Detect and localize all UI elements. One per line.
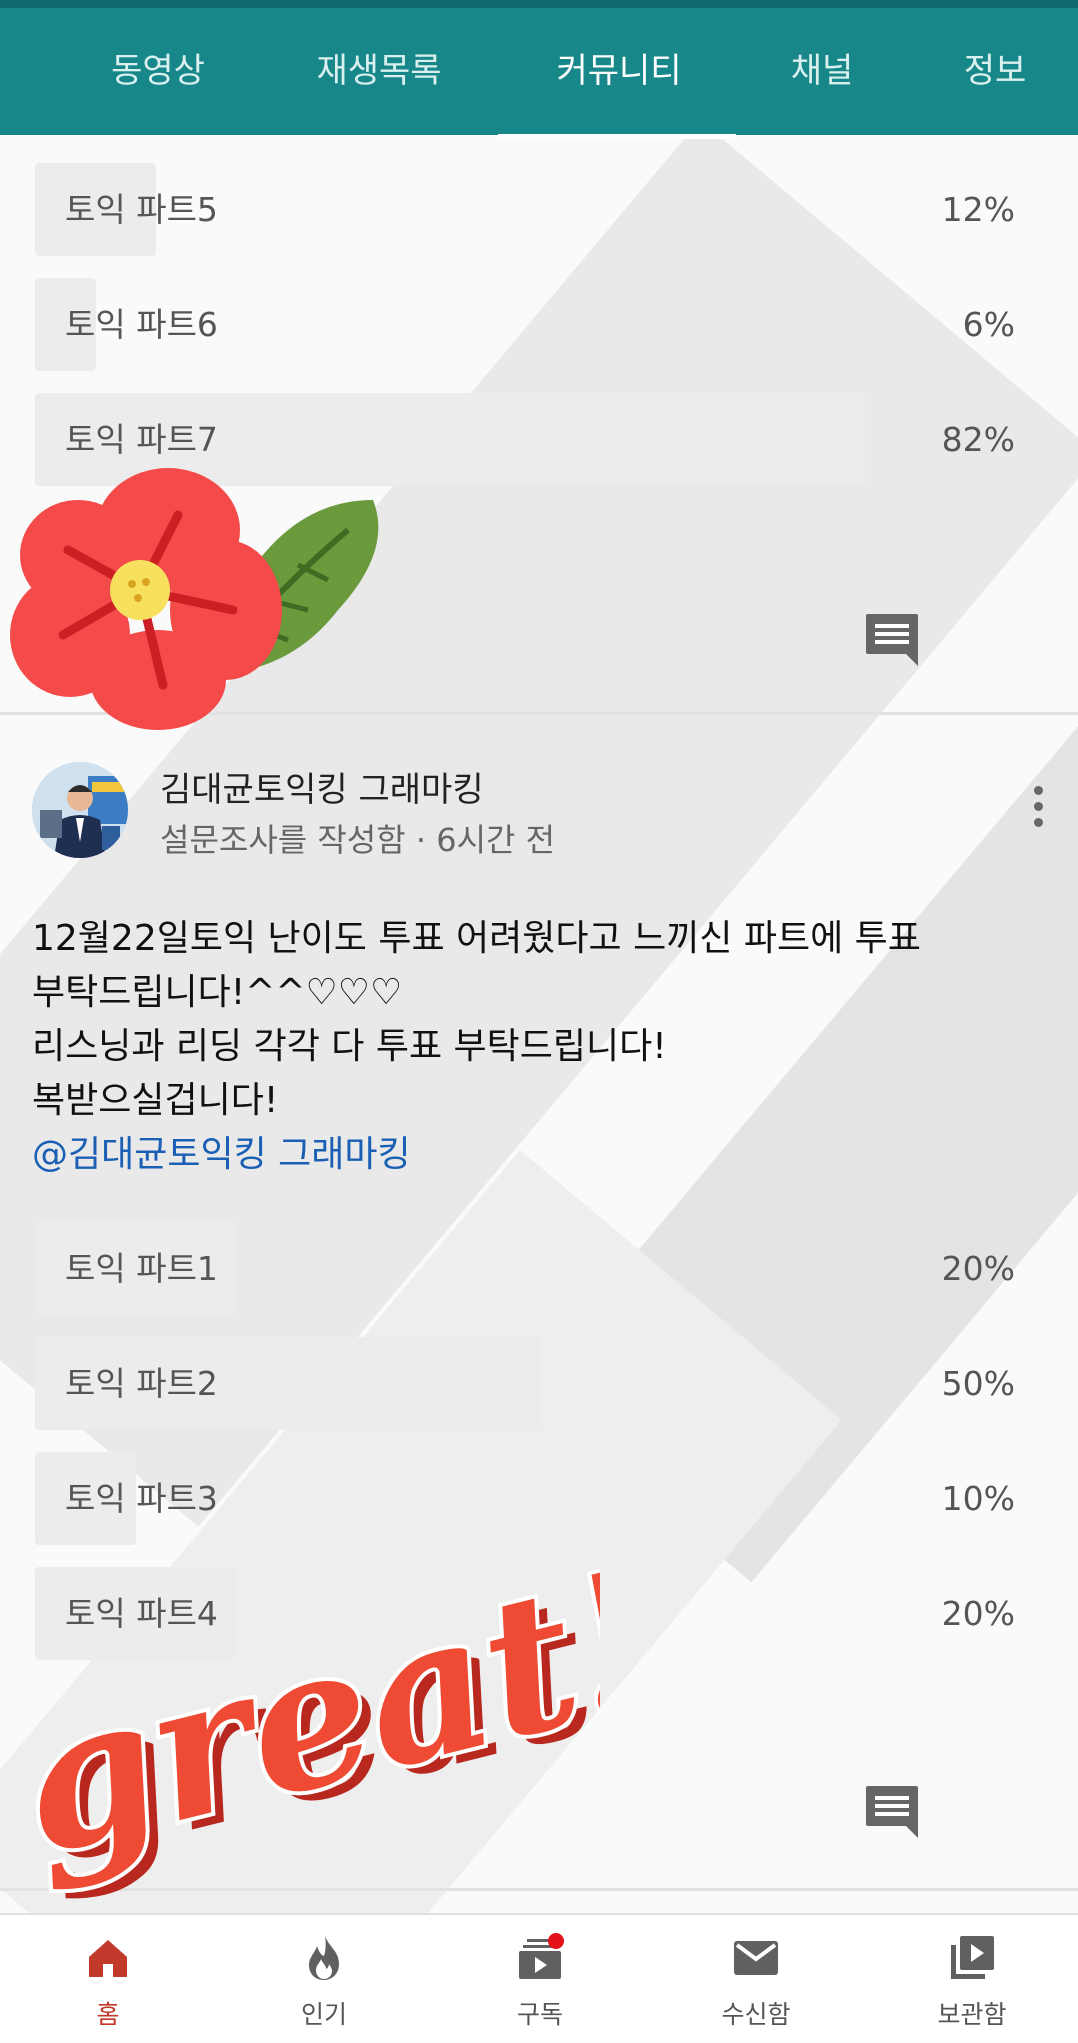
poll-option-percent: 20%: [941, 1249, 1015, 1288]
tab-videos[interactable]: 동영상: [98, 8, 218, 135]
more-options-icon[interactable]: [1030, 786, 1046, 836]
poll-option-percent: 10%: [941, 1479, 1015, 1518]
fire-icon: [309, 1936, 339, 1980]
poll-option-percent: 6%: [962, 305, 1015, 344]
poll-option-label: 토익 파트6: [65, 305, 218, 344]
notification-badge: [548, 1933, 564, 1949]
poll-option-percent: 20%: [941, 1594, 1015, 1633]
great-sticker: great! great!: [0, 1522, 600, 1908]
nav-library[interactable]: 보관함: [897, 1915, 1047, 2043]
library-icon: [951, 1936, 994, 1979]
post-text-line: 리스닝과 리딩 각각 다 투표 부탁드립니다!: [32, 1026, 667, 1067]
poll-option-percent: 82%: [941, 420, 1015, 459]
post-text-line: 복받으실겁니다!: [32, 1080, 279, 1121]
home-icon: [89, 1940, 127, 1977]
post-text-line: 12월22일토익 난이도 투표 어려웠다고 느끼신 파트에 투표: [32, 918, 921, 959]
poll-option-label: 토익 파트5: [65, 190, 218, 229]
comment-icon[interactable]: [864, 1784, 920, 1838]
active-tab-indicator: [498, 134, 736, 139]
tab-community[interactable]: 커뮤니티: [540, 8, 698, 135]
nav-label: 수신함: [721, 2000, 791, 2029]
avatar[interactable]: [32, 762, 128, 858]
poll-option[interactable]: 토익 파트2 50%: [35, 1337, 1035, 1430]
nav-trending[interactable]: 인기: [249, 1915, 399, 2043]
poll-option[interactable]: 토익 파트6 6%: [35, 278, 1035, 371]
poll-option[interactable]: 토익 파트5 12%: [35, 163, 1035, 256]
poll-option-percent: 12%: [941, 190, 1015, 229]
nav-label: 인기: [300, 2000, 347, 2029]
nav-label: 구독: [516, 2000, 563, 2029]
tab-channels[interactable]: 채널: [778, 8, 866, 135]
poll-option-label: 토익 파트1: [65, 1249, 218, 1288]
poll-option-label: 토익 파트2: [65, 1364, 218, 1403]
bottom-navigation: 홈 인기 구독 수신함 보관함: [0, 1913, 1078, 2041]
nav-home[interactable]: 홈: [33, 1915, 183, 2043]
poll-option-percent: 50%: [941, 1364, 1015, 1403]
poll-option[interactable]: 토익 파트1 20%: [35, 1222, 1035, 1315]
post-author[interactable]: 김대균토익킹 그래마킹: [160, 762, 484, 811]
mail-icon: [734, 1941, 778, 1975]
nav-label: 홈: [96, 2000, 120, 2029]
nav-inbox[interactable]: 수신함: [681, 1915, 831, 2043]
comment-icon[interactable]: [864, 612, 920, 666]
tab-playlists[interactable]: 재생목록: [300, 8, 458, 135]
subscriptions-icon: [519, 1933, 564, 1979]
flower-sticker: [10, 468, 379, 730]
post-text-line: 부탁드립니다!^^♡♡♡: [32, 972, 403, 1013]
nav-subscriptions[interactable]: 구독: [465, 1915, 615, 2043]
post-meta: 설문조사를 작성함 · 6시간 전: [160, 821, 556, 859]
nav-label: 보관함: [937, 2000, 1007, 2029]
post-body: 12월22일토익 난이도 투표 어려웠다고 느끼신 파트에 투표 부탁드립니다!…: [32, 912, 1052, 1182]
tab-about[interactable]: 정보: [950, 8, 1040, 135]
channel-tab-bar: 동영상 재생목록 커뮤니티 채널 정보: [0, 0, 1078, 139]
mention-link[interactable]: @김대균토익킹 그래마킹: [32, 1128, 1052, 1182]
